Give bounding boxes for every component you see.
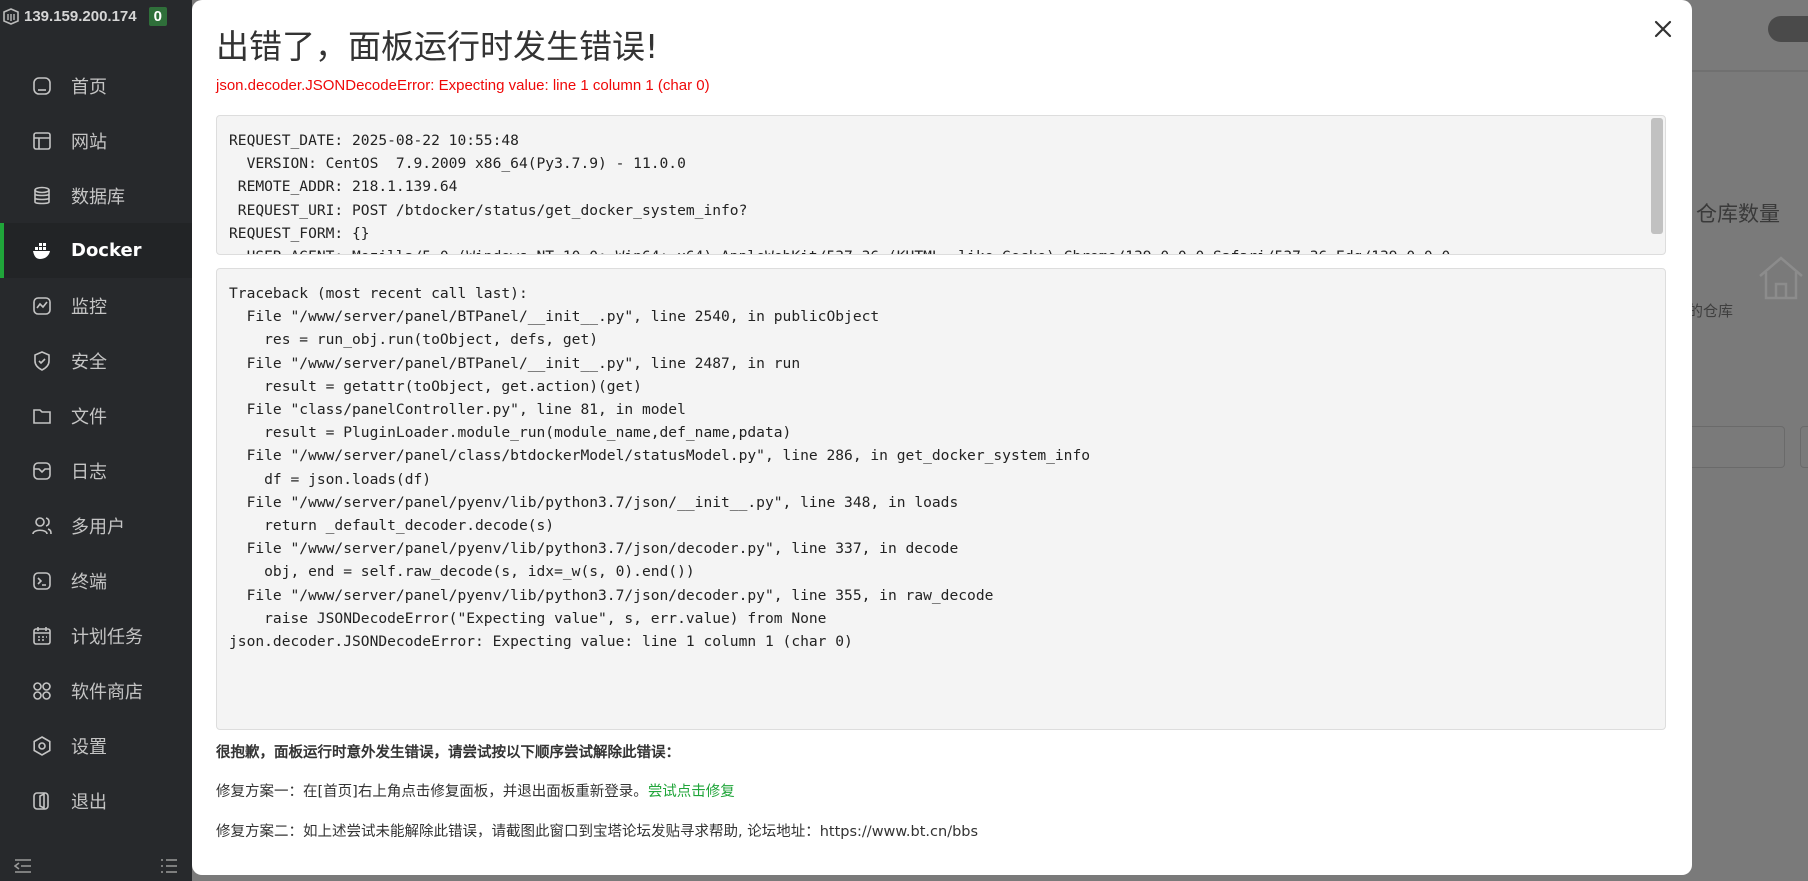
help-title: 很抱歉，面板运行时意外发生错误，请尝试按以下顺序尝试解除此错误： xyxy=(216,745,680,761)
users-icon xyxy=(31,515,53,537)
sidebar-item-label: 监控 xyxy=(71,296,107,318)
request-info-box[interactable]: REQUEST_DATE: 2025-08-22 10:55:48 VERSIO… xyxy=(216,115,1666,255)
sidebar-item-label: 设置 xyxy=(71,736,107,758)
dialog-title: 出错了，面板运行时发生错误! xyxy=(216,27,659,66)
background-stat-label: 仓库数量 xyxy=(1696,202,1780,226)
try-repair-link[interactable]: 尝试点击修复 xyxy=(648,784,735,800)
sidebar-item-label: Docker xyxy=(71,240,142,261)
server-ip: 139.159.200.174 xyxy=(24,7,137,25)
sidebar-item-label: 数据库 xyxy=(71,186,125,208)
home-icon xyxy=(31,75,53,97)
log-icon xyxy=(31,460,53,482)
traceback-text: Traceback (most recent call last): File … xyxy=(229,285,1091,651)
folder-icon xyxy=(31,405,53,427)
sidebar-item[interactable]: 首页 xyxy=(0,58,192,113)
sidebar-item-label: 终端 xyxy=(71,571,107,593)
monitor-icon xyxy=(31,295,53,317)
sidebar-item-label: 文件 xyxy=(71,406,107,428)
logout-icon xyxy=(31,790,53,812)
background-pill xyxy=(1768,16,1808,42)
collapse-icon[interactable] xyxy=(13,858,32,877)
sidebar-item[interactable]: 计划任务 xyxy=(0,608,192,663)
background-divider xyxy=(1682,70,1808,72)
error-message: json.decoder.JSONDecodeError: Expecting … xyxy=(216,77,710,94)
sidebar-item-label: 首页 xyxy=(71,76,107,98)
menu-list-icon[interactable] xyxy=(160,858,178,877)
website-icon xyxy=(31,130,53,152)
status-badge: 0 xyxy=(148,6,167,26)
sidebar-item[interactable]: 软件商店 xyxy=(0,663,192,718)
terminal-icon xyxy=(31,570,53,592)
background-button xyxy=(1800,426,1808,468)
sidebar-item-label: 日志 xyxy=(71,461,107,483)
sidebar-item[interactable]: Docker xyxy=(0,223,192,278)
sidebar-item[interactable]: 安全 xyxy=(0,333,192,388)
sidebar-item-label: 多用户 xyxy=(71,516,125,538)
scrollbar[interactable] xyxy=(1651,118,1663,234)
shield-icon xyxy=(31,350,53,372)
close-icon[interactable] xyxy=(1648,14,1678,44)
calendar-icon xyxy=(31,625,53,647)
apps-icon xyxy=(31,680,53,702)
house-icon xyxy=(1756,254,1806,302)
sidebar-item[interactable]: 日志 xyxy=(0,443,192,498)
sidebar-nav: 首页网站数据库 Docker 监控安全文件日志多用户终端计划任务软件商店设置退出 xyxy=(0,58,192,828)
sidebar-item[interactable]: 终端 xyxy=(0,553,192,608)
sidebar-footer xyxy=(0,853,192,881)
sidebar-item[interactable]: 数据库 xyxy=(0,168,192,223)
server-icon xyxy=(2,7,20,25)
sidebar-item[interactable]: 网站 xyxy=(0,113,192,168)
background-search-input xyxy=(1682,426,1785,468)
docker-icon xyxy=(31,240,53,262)
database-icon xyxy=(31,185,53,207)
sidebar-item[interactable]: 设置 xyxy=(0,718,192,773)
sidebar-item[interactable]: 监控 xyxy=(0,278,192,333)
fix-option-one-text: 修复方案一：在[首页]右上角点击修复面板，并退出面板重新登录。 xyxy=(216,784,648,800)
server-header: 139.159.200.174 0 xyxy=(0,0,192,32)
sidebar-item-label: 软件商店 xyxy=(71,681,143,703)
background-stat-sub: 的仓库 xyxy=(1688,302,1734,320)
sidebar-item[interactable]: 多用户 xyxy=(0,498,192,553)
settings-icon xyxy=(31,735,53,757)
sidebar-item-label: 安全 xyxy=(71,351,107,373)
sidebar-item-label: 退出 xyxy=(71,791,107,813)
sidebar-item-label: 网站 xyxy=(71,131,107,153)
sidebar-item[interactable]: 退出 xyxy=(0,773,192,828)
fix-option-one: 修复方案一：在[首页]右上角点击修复面板，并退出面板重新登录。尝试点击修复 xyxy=(216,780,735,801)
error-dialog: 出错了，面板运行时发生错误! json.decoder.JSONDecodeEr… xyxy=(192,0,1692,875)
sidebar-item-label: 计划任务 xyxy=(71,626,143,648)
sidebar-item[interactable]: 文件 xyxy=(0,388,192,443)
sidebar: 139.159.200.174 0 首页网站数据库 Docker 监控安全文件日志多… xyxy=(0,0,192,881)
traceback-box[interactable]: Traceback (most recent call last): File … xyxy=(216,268,1666,730)
fix-option-two: 修复方案二：如上述尝试未能解除此错误，请截图此窗口到宝塔论坛发贴寻求帮助, 论坛… xyxy=(216,824,979,840)
request-info-text: REQUEST_DATE: 2025-08-22 10:55:48 VERSIO… xyxy=(229,132,1450,254)
